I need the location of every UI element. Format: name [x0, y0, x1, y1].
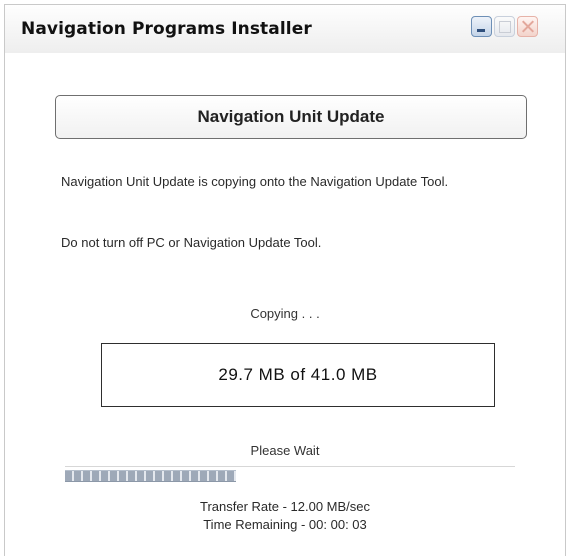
progress-fill	[65, 470, 236, 482]
copying-label: Copying . . .	[250, 306, 320, 321]
progress-bar	[65, 466, 515, 482]
size-progress-text: 29.7 MB of 41.0 MB	[218, 365, 378, 384]
progress-track-line	[65, 466, 515, 467]
title-bar[interactable]: Navigation Programs Installer	[5, 5, 565, 54]
copying-info-text: Navigation Unit Update is copying onto t…	[61, 174, 449, 189]
installer-window: Navigation Programs Installer Navigation…	[4, 4, 566, 557]
minimize-icon[interactable]	[471, 16, 492, 37]
please-wait-label: Please Wait	[250, 443, 320, 458]
time-remaining-text: Time Remaining - 00: 00: 03	[203, 517, 367, 532]
section-header: Navigation Unit Update	[55, 95, 527, 139]
maximize-icon[interactable]	[494, 16, 515, 37]
size-progress-box: 29.7 MB of 41.0 MB	[101, 343, 495, 407]
warning-text: Do not turn off PC or Navigation Update …	[61, 235, 322, 250]
transfer-rate-text: Transfer Rate - 12.00 MB/sec	[199, 499, 371, 514]
close-icon[interactable]	[517, 16, 538, 37]
content-area: Navigation Unit Update Navigation Unit U…	[5, 53, 565, 557]
window-title: Navigation Programs Installer	[21, 19, 312, 39]
